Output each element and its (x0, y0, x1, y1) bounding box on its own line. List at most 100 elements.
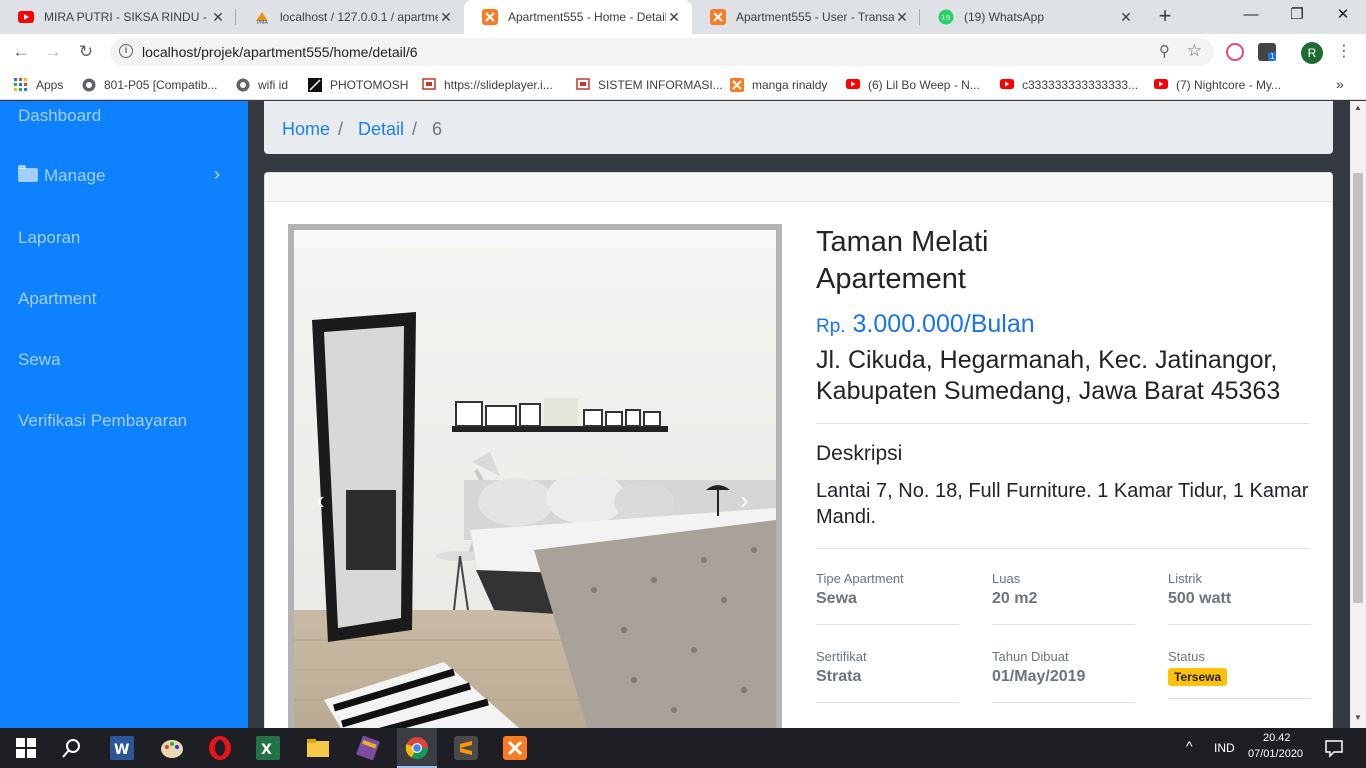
paint-icon[interactable] (160, 736, 184, 760)
sidebar-item-manage[interactable]: Manage (18, 165, 105, 186)
close-window-button[interactable]: ✕ (1320, 0, 1366, 32)
bookmark-lil-bo-weep[interactable]: (6) Lil Bo Weep - N... (846, 76, 980, 94)
zoom-icon[interactable]: ⚲ (1159, 42, 1170, 60)
tab-title: localhost / 127.0.0.1 / apartme (280, 10, 438, 24)
breadcrumb-detail-link[interactable]: Detail (358, 119, 404, 140)
opera-icon[interactable] (208, 736, 232, 760)
notification-icon[interactable] (1322, 736, 1346, 760)
heart-extension-icon[interactable] (1226, 43, 1244, 61)
bookmark-c333[interactable]: c333333333333333... (1000, 76, 1138, 94)
tray-overflow-icon[interactable]: ^ (1186, 738, 1193, 754)
windows-start-icon[interactable] (14, 736, 38, 760)
scroll-thumb[interactable] (1353, 173, 1363, 603)
bookmark-801-p05[interactable]: 801-P05 [Compatib... (82, 76, 217, 94)
tab-apartment555-user-transaksi[interactable]: Apartment555 - User - Transak ✕ (692, 0, 920, 34)
spec-sertifikat: Sertifikat Strata (816, 649, 959, 703)
new-tab-button[interactable]: + (1152, 4, 1178, 30)
url-text[interactable]: localhost/projek/apartment555/home/detai… (142, 44, 418, 60)
sidebar-item-verifikasi-pembayaran[interactable]: Verifikasi Pembayaran (18, 411, 187, 431)
sublime-text-icon[interactable] (454, 736, 478, 760)
phpmyadmin-icon: PMA (254, 9, 270, 25)
status-badge: Tersewa (1168, 668, 1228, 686)
address-bar[interactable]: i localhost/projek/apartment555/home/det… (110, 38, 1214, 66)
tab-apartment555-home-detail[interactable]: Apartment555 - Home - Detail ✕ (464, 0, 692, 34)
apartment-info: Taman Melati Apartement Rp. 3.000.000/Bu… (816, 224, 1311, 709)
xampp-icon (730, 78, 744, 92)
restore-button[interactable]: ❐ (1274, 0, 1320, 32)
sidebar: Dashboard Manage › Laporan Apartment Sew… (0, 101, 248, 728)
spec-listrik: Listrik 500 watt (1168, 571, 1311, 625)
folder-icon (18, 165, 38, 182)
more-bookmarks-icon[interactable]: » (1336, 76, 1344, 92)
apartment-photo-carousel[interactable]: ‹ › (288, 224, 782, 728)
sidebar-item-laporan[interactable]: Laporan (18, 228, 80, 248)
tab-phpmyadmin[interactable]: PMA localhost / 127.0.0.1 / apartme ✕ (236, 0, 464, 34)
spec-luas: Luas 20 m2 (992, 571, 1135, 625)
svg-text:19: 19 (941, 14, 950, 22)
chevron-right-icon[interactable]: › (214, 164, 220, 185)
scroll-up-icon[interactable]: ▲ (1354, 103, 1362, 112)
xampp-icon (482, 9, 498, 25)
breadcrumb-home-link[interactable]: Home (282, 119, 330, 140)
description-text: Lantai 7, No. 18, Full Furniture. 1 Kama… (816, 480, 1309, 528)
chrome-icon[interactable] (405, 736, 429, 760)
tab-title: Apartment555 - Home - Detail (508, 10, 666, 24)
extension-icon[interactable]: 1 (1258, 43, 1277, 61)
search-icon[interactable] (60, 736, 84, 760)
bookmark-manga-rinaldy[interactable]: manga rinaldy (730, 76, 827, 94)
sidebar-item-apartment[interactable]: Apartment (18, 289, 96, 309)
back-button[interactable]: ← (9, 40, 33, 64)
forward-button[interactable]: → (41, 40, 65, 64)
clock-time[interactable]: 20.42 (1263, 732, 1291, 744)
sidebar-item-sewa[interactable]: Sewa (18, 350, 61, 370)
minimize-button[interactable]: — (1228, 0, 1274, 32)
word-icon[interactable]: W (110, 736, 134, 760)
bookmark-slideplayer[interactable]: https://slideplayer.i... (422, 76, 553, 94)
page-scrollbar[interactable]: ▲ ▼ (1350, 101, 1366, 728)
apartment-price: Rp. 3.000.000/Bulan (816, 310, 1035, 338)
bookmark-sistem-informasi[interactable]: SISTEM INFORMASI... (576, 76, 723, 94)
divider (816, 423, 1310, 424)
photomosh-icon (308, 78, 322, 92)
winrar-icon[interactable] (356, 735, 380, 761)
breadcrumb-separator: / (412, 119, 418, 139)
page-viewport: Dashboard Manage › Laporan Apartment Sew… (0, 101, 1350, 728)
xampp-icon[interactable] (503, 736, 527, 760)
close-tab-icon[interactable]: ✕ (666, 9, 682, 26)
youtube-icon (18, 9, 34, 25)
language-indicator[interactable]: IND (1214, 741, 1235, 755)
youtube-icon (846, 78, 860, 92)
bookmark-star-icon[interactable]: ☆ (1187, 41, 1202, 61)
tab-title: MIRA PUTRI - SIKSA RINDU - L (44, 10, 210, 24)
globe-icon (82, 78, 96, 92)
bookmark-wifi-id[interactable]: wifi id (236, 76, 288, 94)
close-tab-icon[interactable]: ✕ (1118, 9, 1134, 26)
youtube-icon (1154, 78, 1168, 92)
excel-icon[interactable]: X (256, 736, 280, 760)
close-tab-icon[interactable]: ✕ (894, 9, 910, 26)
site-info-icon[interactable]: i (119, 44, 133, 58)
browser-tab-strip: MIRA PUTRI - SIKSA RINDU - L ✕ PMA local… (0, 0, 1366, 34)
bookmark-nightcore[interactable]: (7) Nightcore - My... (1154, 76, 1281, 94)
tab-whatsapp[interactable]: 19 (19) WhatsApp ✕ (920, 0, 1144, 34)
close-tab-icon[interactable]: ✕ (438, 9, 454, 26)
carousel-prev-icon[interactable]: ‹ (316, 485, 325, 516)
sidebar-item-dashboard[interactable]: Dashboard (18, 106, 101, 126)
file-explorer-icon[interactable] (306, 736, 330, 760)
clock-date[interactable]: 07/01/2020 (1248, 748, 1303, 760)
reload-button[interactable]: ↻ (74, 40, 98, 64)
chrome-menu-icon[interactable]: ⋮ (1336, 41, 1352, 61)
browser-toolbar: ← → ↻ i localhost/projek/apartment555/ho… (0, 34, 1366, 70)
carousel-next-icon[interactable]: › (740, 485, 749, 516)
whatsapp-icon: 19 (938, 9, 954, 25)
tab-title: Apartment555 - User - Transak (736, 10, 894, 24)
profile-avatar[interactable]: R (1301, 42, 1323, 64)
bookmarks-bar: Apps 801-P05 [Compatib... wifi id PHOTOM… (0, 70, 1366, 100)
description-heading: Deskripsi (816, 442, 903, 465)
close-tab-icon[interactable]: ✕ (210, 9, 226, 26)
bookmark-apps[interactable]: Apps (14, 76, 63, 94)
slideplayer-icon (576, 78, 590, 92)
scroll-down-icon[interactable]: ▼ (1354, 713, 1362, 722)
bookmark-photomosh[interactable]: PHOTOMOSH (308, 76, 408, 94)
tab-youtube-mira-putri[interactable]: MIRA PUTRI - SIKSA RINDU - L ✕ (0, 0, 236, 34)
